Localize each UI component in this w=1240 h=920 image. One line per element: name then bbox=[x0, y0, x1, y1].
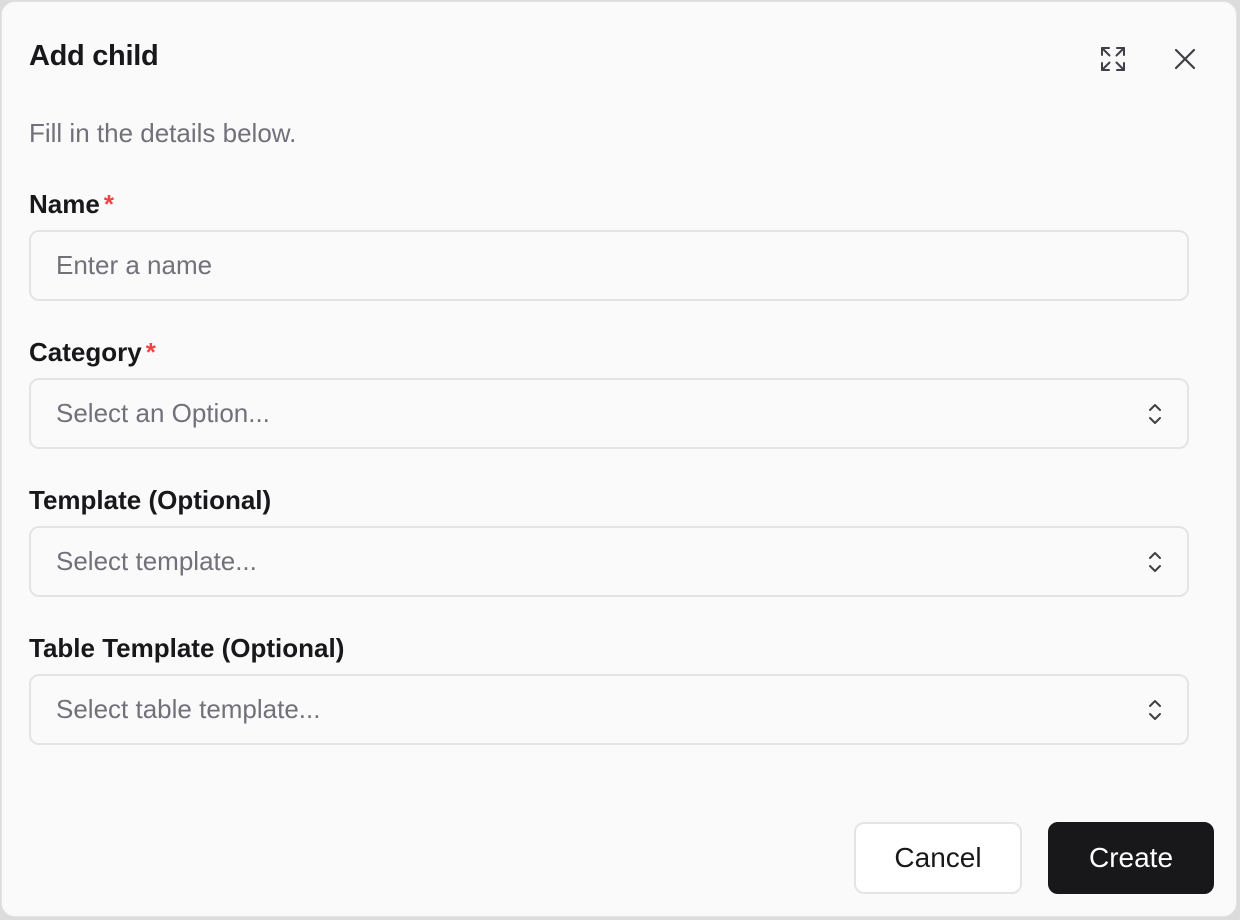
required-asterisk: * bbox=[103, 189, 114, 219]
create-button[interactable]: Create bbox=[1048, 822, 1214, 894]
category-select-placeholder: Select an Option... bbox=[56, 398, 270, 428]
expand-arrows-icon bbox=[1101, 47, 1125, 71]
expand-button[interactable] bbox=[1093, 39, 1133, 79]
add-child-dialog: Add child Fill in the details below. Nam… bbox=[1, 1, 1237, 917]
cancel-button[interactable]: Cancel bbox=[854, 822, 1022, 894]
name-input-wrapper[interactable] bbox=[29, 230, 1189, 301]
chevron-up-down-icon bbox=[1145, 400, 1165, 428]
template-select-placeholder: Select template... bbox=[56, 546, 257, 576]
close-button[interactable] bbox=[1165, 39, 1205, 79]
template-label: Template (Optional) bbox=[29, 485, 272, 515]
category-label-text: Category bbox=[29, 337, 142, 367]
name-input[interactable] bbox=[56, 250, 1165, 281]
table-template-select-placeholder: Select table template... bbox=[56, 694, 321, 724]
table-template-select[interactable]: Select table template... bbox=[29, 674, 1189, 745]
table-template-label: Table Template (Optional) bbox=[29, 633, 345, 663]
template-select[interactable]: Select template... bbox=[29, 526, 1189, 597]
category-label: Category * bbox=[29, 337, 156, 368]
chevron-up-down-icon bbox=[1145, 548, 1165, 576]
dialog-description: Fill in the details below. bbox=[29, 118, 297, 148]
name-label: Name * bbox=[29, 189, 114, 220]
dialog-title: Add child bbox=[29, 40, 159, 72]
name-label-text: Name bbox=[29, 189, 100, 219]
required-asterisk: * bbox=[145, 337, 156, 367]
category-select[interactable]: Select an Option... bbox=[29, 378, 1189, 449]
chevron-up-down-icon bbox=[1145, 696, 1165, 724]
close-icon bbox=[1174, 48, 1196, 70]
